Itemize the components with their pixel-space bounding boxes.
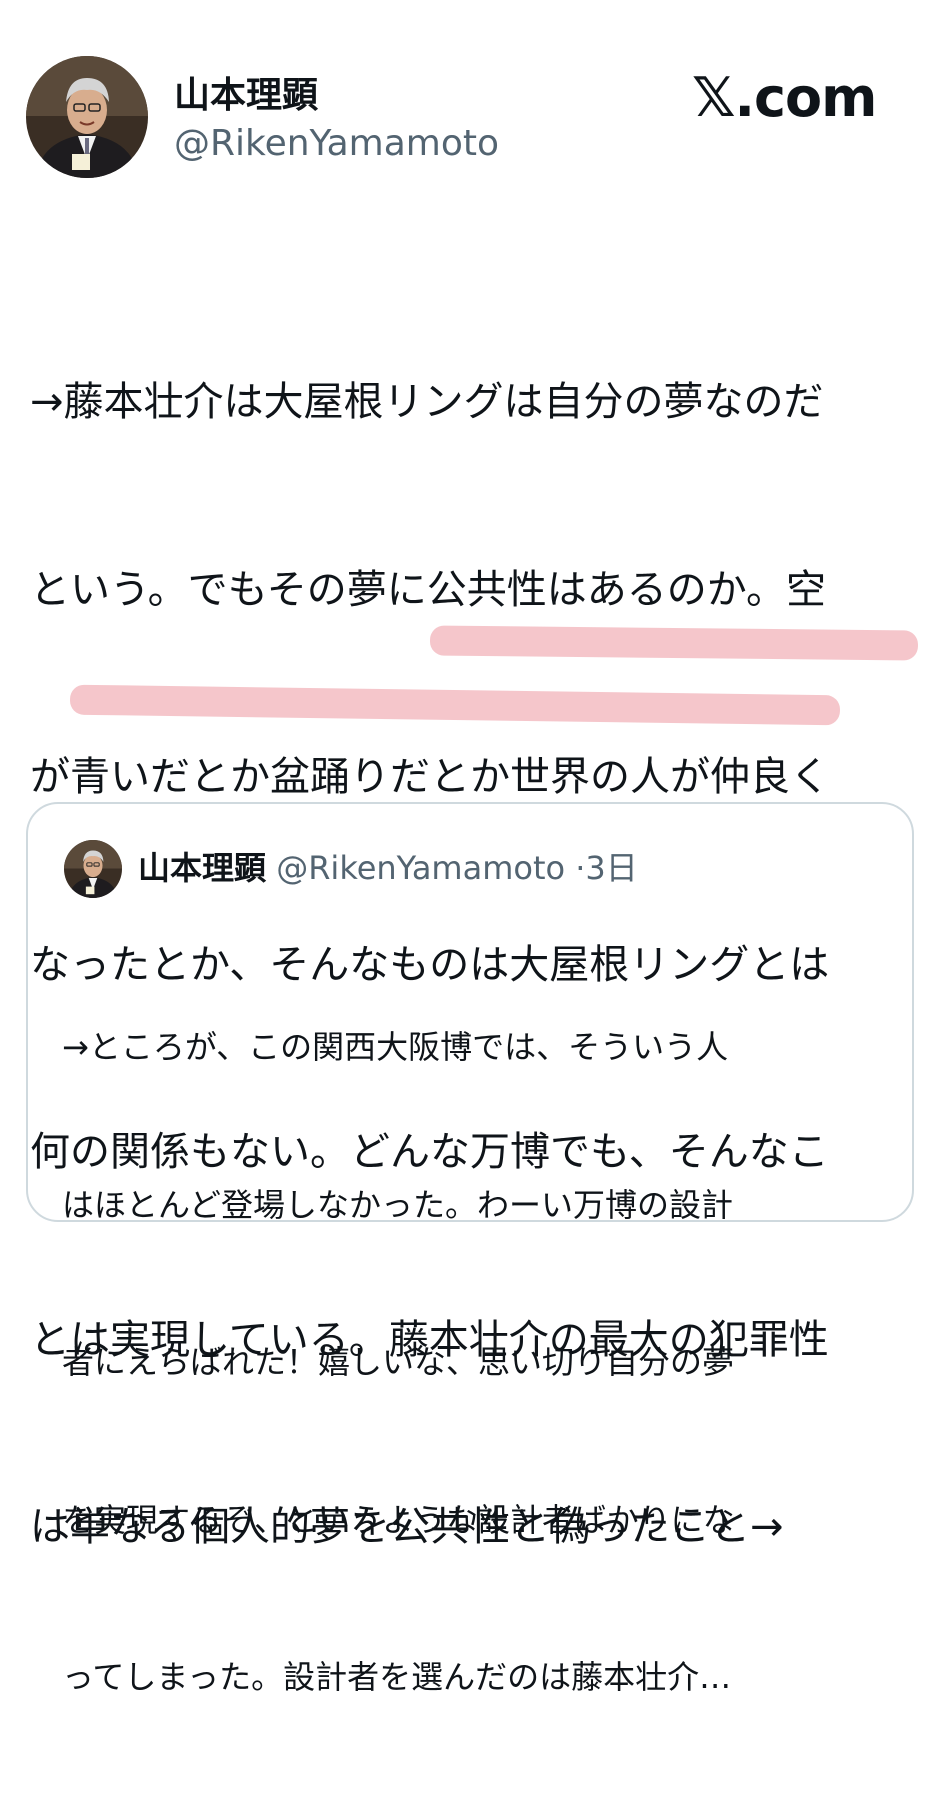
quoted-text-line: ってしまった。設計者を選んだのは藤本壮介… (62, 1658, 732, 1696)
quoted-post-time[interactable]: 3日 (585, 849, 637, 887)
meta-separator: · (575, 849, 586, 887)
post-text-line: という。でもその夢に公共性はあるのか。空 (30, 566, 826, 613)
quoted-text-line: を実現するぞ、というような設計者ばかりにな (62, 1500, 735, 1539)
author-handle[interactable]: @RikenYamamoto (174, 122, 499, 166)
quoted-post-text: →ところが、この関西大阪博では、そういう人 はほとんど登場しなかった。わーい万博… (62, 916, 892, 1809)
author-avatar[interactable] (26, 56, 148, 178)
quoted-text-line: 者にえらばれた！嬉しいな、思い切り自分の夢 (62, 1343, 735, 1381)
x-logo: 𝕏.com (692, 66, 877, 129)
quoted-author-avatar[interactable] (64, 840, 122, 898)
quoted-text-line: →ところが、この関西大阪博では、そういう人 (62, 1028, 729, 1066)
quoted-author-line: 山本理顕 @RikenYamamoto ·3日 (138, 846, 638, 890)
post-header: 山本理顕 @RikenYamamoto 𝕏.com (0, 0, 936, 200)
quoted-author-handle[interactable]: @RikenYamamoto (276, 849, 565, 887)
author-display-name[interactable]: 山本理顕 (174, 74, 318, 118)
post-text-line: が青いだとか盆踊りだとか世界の人が仲良く (30, 754, 830, 800)
quoted-author-name[interactable]: 山本理顕 (138, 849, 266, 887)
quoted-post-card[interactable]: 山本理顕 @RikenYamamoto ·3日 →ところが、この関西大阪博では、… (26, 802, 914, 1696)
post-text-line: →藤本壮介は大屋根リングは自分の夢なのだ (30, 379, 824, 425)
quoted-text-line: はほとんど登場しなかった。わーい万博の設計 (62, 1185, 734, 1224)
